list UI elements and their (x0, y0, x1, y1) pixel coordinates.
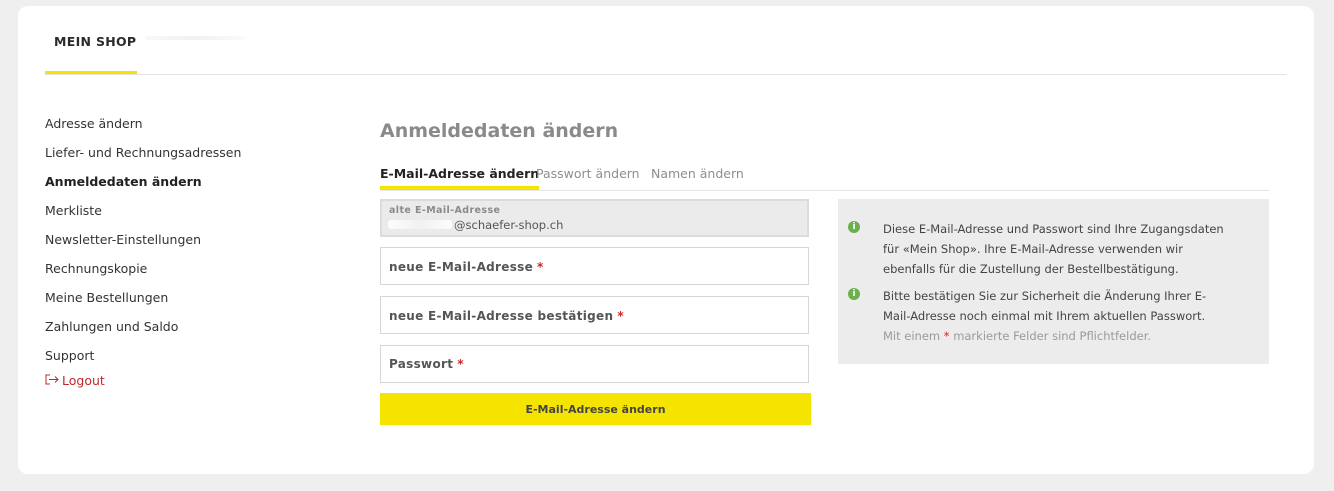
sidebar-item-rechnungskopie[interactable]: Rechnungskopie (45, 261, 305, 290)
info-text-1: Diese E-Mail-Adresse und Passwort sind I… (883, 222, 1224, 276)
required-note-prefix: Mit einem (883, 329, 941, 343)
tab-namen-aendern[interactable]: Namen ändern (651, 166, 744, 187)
change-email-button[interactable]: E-Mail-Adresse ändern (380, 393, 811, 425)
logout-icon (45, 373, 60, 388)
info-icon: i (848, 221, 860, 233)
tab-mein-shop-label: MEIN SHOP (54, 34, 137, 49)
required-note-star: * (943, 329, 950, 343)
info-icon: i (848, 288, 860, 300)
logout-label: Logout (62, 373, 105, 388)
settings-tabs: E-Mail-Adresse ändern Passwort ändern Na… (380, 166, 1269, 191)
new-email-label: neue E-Mail-Adresse (389, 260, 534, 274)
sidebar-item-bestellungen[interactable]: Meine Bestellungen (45, 290, 305, 319)
confirm-email-label: neue E-Mail-Adresse bestätigen (389, 309, 614, 323)
info-item: i Bitte bestätigen Sie zur Sicherheit di… (848, 286, 1248, 346)
tab-email-aendern[interactable]: E-Mail-Adresse ändern (380, 166, 540, 190)
sidebar-item-anmeldedaten[interactable]: Anmeldedaten ändern (45, 174, 305, 203)
tab-mein-shop[interactable]: MEIN SHOP (45, 34, 137, 74)
info-box: i Diese E-Mail-Adresse und Passwort sind… (838, 199, 1269, 364)
old-email-label: alte E-Mail-Adresse (389, 205, 501, 216)
page-title: Anmeldedaten ändern (380, 120, 619, 142)
info-item: i Diese E-Mail-Adresse und Passwort sind… (848, 219, 1248, 283)
password-label: Passwort (389, 357, 454, 371)
sidebar-item-liefer-rechnungsadressen[interactable]: Liefer- und Rechnungsadressen (45, 145, 305, 174)
old-email-value: @schaefer-shop.ch (454, 218, 564, 232)
required-note-suffix: markierte Felder sind Pflichtfelder. (953, 329, 1152, 343)
confirm-email-field[interactable]: neue E-Mail-Adresse bestätigen * (380, 296, 809, 334)
sidebar-nav: Adresse ändern Liefer- und Rechnungsadre… (45, 116, 305, 388)
required-mark: * (617, 309, 624, 323)
sidebar-item-newsletter[interactable]: Newsletter-Einstellungen (45, 232, 305, 261)
sidebar-item-merkliste[interactable]: Merkliste (45, 203, 305, 232)
tab-passwort-aendern[interactable]: Passwort ändern (536, 166, 640, 187)
required-mark: * (457, 357, 464, 371)
logout-link[interactable]: Logout (45, 373, 305, 388)
sidebar-item-zahlungen[interactable]: Zahlungen und Saldo (45, 319, 305, 348)
account-card: MEIN SHOP Adresse ändern Liefer- und Rec… (18, 6, 1314, 474)
new-email-field[interactable]: neue E-Mail-Adresse * (380, 247, 809, 285)
required-mark: * (537, 260, 544, 274)
header-divider (45, 74, 1287, 75)
password-field[interactable]: Passwort * (380, 345, 809, 383)
redacted-area (145, 36, 245, 40)
sidebar-item-adresse[interactable]: Adresse ändern (45, 116, 305, 145)
info-text-2: Bitte bestätigen Sie zur Sicherheit die … (883, 289, 1207, 323)
old-email-field: alte E-Mail-Adresse @schaefer-shop.ch (380, 199, 809, 237)
redacted-email-prefix (388, 220, 452, 229)
